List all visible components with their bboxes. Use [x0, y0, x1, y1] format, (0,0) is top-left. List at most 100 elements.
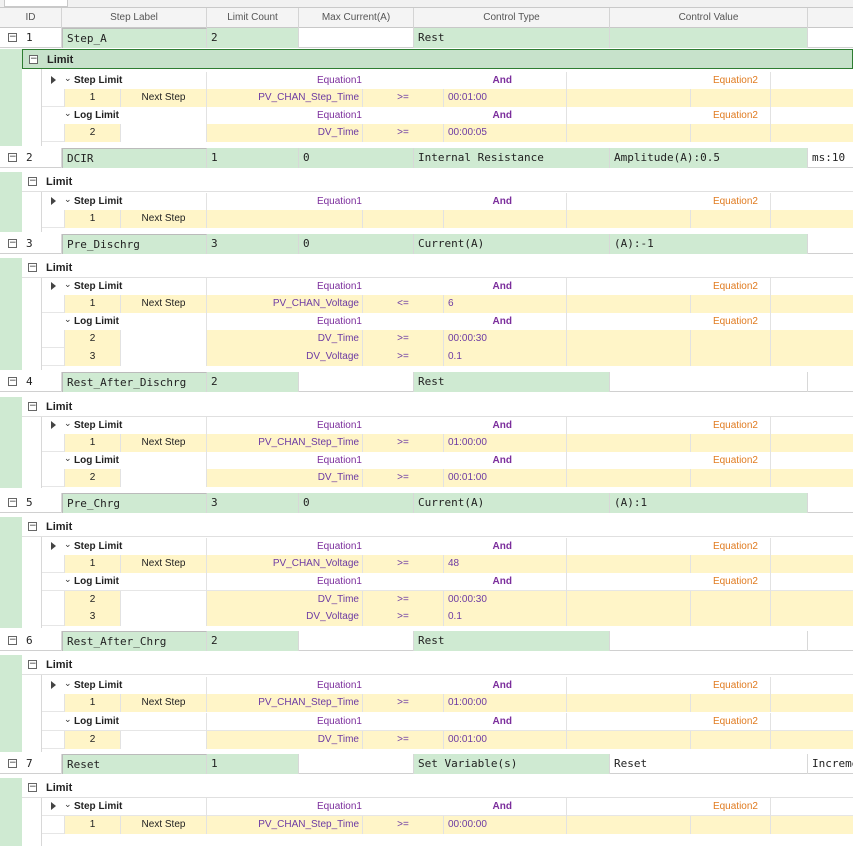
limit-extra-cell[interactable] [690, 555, 770, 573]
limit-variable[interactable]: DV_Time [206, 124, 362, 142]
limit-goto[interactable]: Next Step [120, 89, 206, 107]
limit-extra-cell[interactable] [566, 591, 690, 609]
limit-variable[interactable]: PV_CHAN_Voltage [206, 295, 362, 313]
step-id-cell[interactable]: −3 [0, 234, 62, 254]
limit-header[interactable]: − Limit [22, 778, 853, 798]
step-limit-header[interactable]: Step Limit ⌄ Equation1 And Equation2 [42, 538, 853, 556]
expand-toggle-icon[interactable]: − [8, 153, 17, 162]
step-id-cell[interactable]: −4 [0, 372, 62, 392]
extra-value-cell[interactable]: Increme [808, 754, 853, 774]
expand-toggle-icon[interactable]: − [28, 177, 37, 186]
control-type-cell[interactable]: Rest [414, 631, 610, 651]
log-limit-header[interactable]: Log Limit ⌄ Equation1 And Equation2 [42, 313, 853, 331]
limit-extra-cell[interactable] [690, 124, 770, 142]
limit-variable[interactable]: PV_CHAN_Step_Time [206, 816, 362, 834]
chevron-down-icon[interactable]: ⌄ [64, 795, 72, 813]
chevron-down-icon[interactable]: ⌄ [64, 710, 72, 728]
expand-toggle-icon[interactable]: − [8, 239, 17, 248]
control-value-cell[interactable] [610, 28, 808, 48]
control-type-cell[interactable]: Current(A) [414, 493, 610, 513]
limit-extra-cell[interactable] [566, 89, 690, 107]
expand-toggle-icon[interactable]: − [28, 263, 37, 272]
limit-extra-cell[interactable] [690, 295, 770, 313]
limit-goto[interactable] [120, 469, 206, 487]
limit-number[interactable]: 2 [64, 124, 120, 142]
limit-header[interactable]: − Limit [22, 258, 853, 278]
expand-arrow-icon[interactable] [51, 802, 56, 810]
limit-operator[interactable]: >= [362, 124, 443, 142]
limit-row[interactable]: 1 Next Step PV_CHAN_Voltage >= 48 [42, 555, 853, 573]
limit-row[interactable]: 2 DV_Time >= 00:00:30 [42, 330, 853, 348]
limit-variable[interactable]: DV_Time [206, 330, 362, 348]
max-current-cell[interactable]: 0 [299, 148, 414, 168]
limit-extra-cell[interactable] [770, 816, 853, 834]
col-header-step-label[interactable]: Step Label [62, 8, 207, 28]
step-id-cell[interactable]: −1 [0, 28, 62, 48]
limit-number[interactable]: 3 [64, 348, 120, 366]
limit-goto[interactable]: Next Step [120, 555, 206, 573]
limit-extra-cell[interactable] [770, 694, 853, 712]
step-id-cell[interactable]: −6 [0, 631, 62, 651]
limit-extra-cell[interactable] [770, 591, 853, 609]
limit-number[interactable]: 2 [64, 731, 120, 749]
limit-extra-cell[interactable] [566, 295, 690, 313]
expand-arrow-icon[interactable] [51, 76, 56, 84]
chevron-down-icon[interactable]: ⌄ [64, 674, 72, 692]
limit-row[interactable]: 1 Next Step PV_CHAN_Step_Time >= 00:01:00 [42, 89, 853, 107]
control-type-cell[interactable]: Rest [414, 372, 610, 392]
control-type-cell[interactable]: Rest [414, 28, 610, 48]
limit-goto[interactable] [120, 731, 206, 749]
step-limit-header[interactable]: Step Limit ⌄ Equation1 And Equation2 [42, 798, 853, 816]
limit-extra-cell[interactable] [566, 816, 690, 834]
limit-extra-cell[interactable] [770, 555, 853, 573]
limit-operator[interactable]: >= [362, 816, 443, 834]
limit-row[interactable]: 1 Next Step [42, 210, 853, 228]
limit-count-cell[interactable]: 2 [207, 631, 299, 651]
limit-row[interactable]: 2 DV_Time >= 00:01:00 [42, 731, 853, 749]
expand-toggle-icon[interactable]: − [8, 498, 17, 507]
control-value-cell[interactable] [610, 372, 808, 392]
limit-extra-cell[interactable] [566, 434, 690, 452]
col-header-control-value[interactable]: Control Value [610, 8, 808, 28]
limit-number[interactable]: 1 [64, 210, 120, 228]
chevron-down-icon[interactable]: ⌄ [64, 449, 72, 467]
limit-extra-cell[interactable] [690, 89, 770, 107]
step-limit-header[interactable]: Step Limit ⌄ Equation1 And Equation2 [42, 278, 853, 296]
limit-header[interactable]: − Limit [22, 397, 853, 417]
limit-count-cell[interactable]: 1 [207, 148, 299, 168]
limit-variable[interactable]: DV_Time [206, 731, 362, 749]
step-label-cell[interactable]: Reset [62, 754, 207, 774]
limit-extra-cell[interactable] [690, 330, 770, 348]
step-row[interactable]: −3 Pre_Dischrg 3 0 Current(A) (A):-1 [0, 234, 853, 254]
max-current-cell[interactable] [299, 372, 414, 392]
limit-number[interactable]: 1 [64, 555, 120, 573]
control-value-cell[interactable]: (A):-1 [610, 234, 808, 254]
limit-value[interactable]: 00:00:00 [443, 816, 566, 834]
limit-goto[interactable]: Next Step [120, 295, 206, 313]
limit-extra-cell[interactable] [566, 694, 690, 712]
limit-extra-cell[interactable] [566, 124, 690, 142]
limit-header[interactable]: − Limit [22, 172, 853, 192]
limit-count-cell[interactable]: 3 [207, 234, 299, 254]
limit-goto[interactable] [120, 124, 206, 142]
limit-operator[interactable]: >= [362, 555, 443, 573]
limit-value[interactable]: 00:01:00 [443, 731, 566, 749]
expand-toggle-icon[interactable]: − [28, 402, 37, 411]
log-limit-header[interactable]: Log Limit ⌄ Equation1 And Equation2 [42, 452, 853, 470]
chevron-down-icon[interactable]: ⌄ [64, 275, 72, 293]
tab-header[interactable] [4, 0, 68, 7]
extra-value-cell[interactable]: ms:10 [808, 148, 853, 168]
limit-number[interactable]: 3 [64, 608, 120, 626]
limit-row[interactable]: 1 Next Step PV_CHAN_Step_Time >= 00:00:00 [42, 816, 853, 834]
limit-number[interactable]: 2 [64, 330, 120, 348]
limit-row[interactable]: 3 DV_Voltage >= 0.1 [42, 348, 853, 366]
max-current-cell[interactable]: 0 [299, 493, 414, 513]
expand-arrow-icon[interactable] [51, 282, 56, 290]
log-limit-header[interactable]: Log Limit ⌄ Equation1 And Equation2 [42, 107, 853, 125]
limit-number[interactable]: 1 [64, 816, 120, 834]
control-value-cell[interactable]: Reset [610, 754, 808, 774]
expand-toggle-icon[interactable]: − [8, 377, 17, 386]
limit-operator[interactable]: >= [362, 469, 443, 487]
control-type-cell[interactable]: Current(A) [414, 234, 610, 254]
limit-number[interactable]: 1 [64, 89, 120, 107]
